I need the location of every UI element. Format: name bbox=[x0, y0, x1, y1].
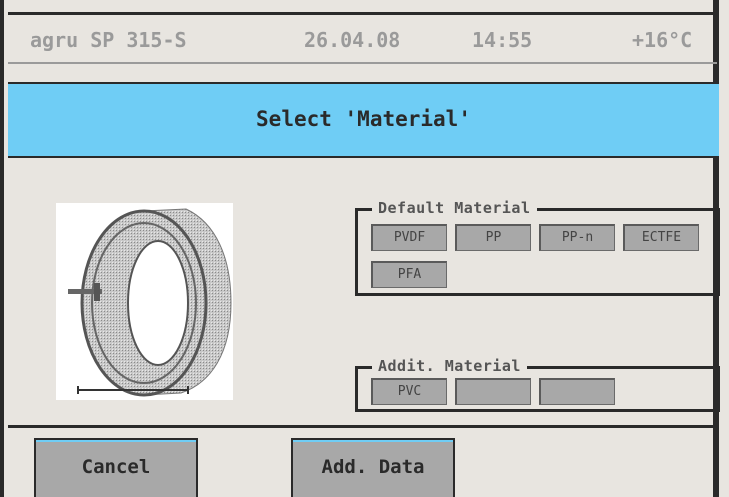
cancel-button[interactable]: Cancel bbox=[34, 438, 198, 497]
material-button-empty-1[interactable] bbox=[455, 378, 531, 405]
default-material-group: Default Material PVDF PP PP-n ECTFE PFA bbox=[355, 199, 720, 296]
status-bar: agru SP 315-S 26.04.08 14:55 +16°C bbox=[8, 12, 717, 64]
addit-material-group: Addit. Material PVC bbox=[355, 357, 720, 412]
pipe-fitting-icon bbox=[56, 203, 233, 400]
status-date: 26.04.08 bbox=[304, 28, 401, 52]
status-temperature: +16°C bbox=[632, 28, 693, 52]
material-button-pfa[interactable]: PFA bbox=[371, 261, 447, 288]
material-button-pp[interactable]: PP bbox=[455, 224, 531, 251]
material-button-empty-2[interactable] bbox=[539, 378, 615, 405]
add-data-button[interactable]: Add. Data bbox=[291, 438, 455, 497]
material-button-pvdf[interactable]: PVDF bbox=[371, 224, 447, 251]
addit-material-title: Addit. Material bbox=[372, 357, 527, 375]
status-time: 14:55 bbox=[472, 28, 533, 52]
device-screen: agru SP 315-S 26.04.08 14:55 +16°C Selec… bbox=[0, 0, 720, 497]
material-button-pp-n[interactable]: PP-n bbox=[539, 224, 615, 251]
material-button-ectfe[interactable]: ECTFE bbox=[623, 224, 699, 251]
footer-divider bbox=[8, 425, 719, 428]
material-button-pvc[interactable]: PVC bbox=[371, 378, 447, 405]
default-material-title: Default Material bbox=[372, 199, 537, 217]
device-name: agru SP 315-S bbox=[30, 28, 187, 52]
page-title: Select 'Material' bbox=[8, 84, 719, 158]
